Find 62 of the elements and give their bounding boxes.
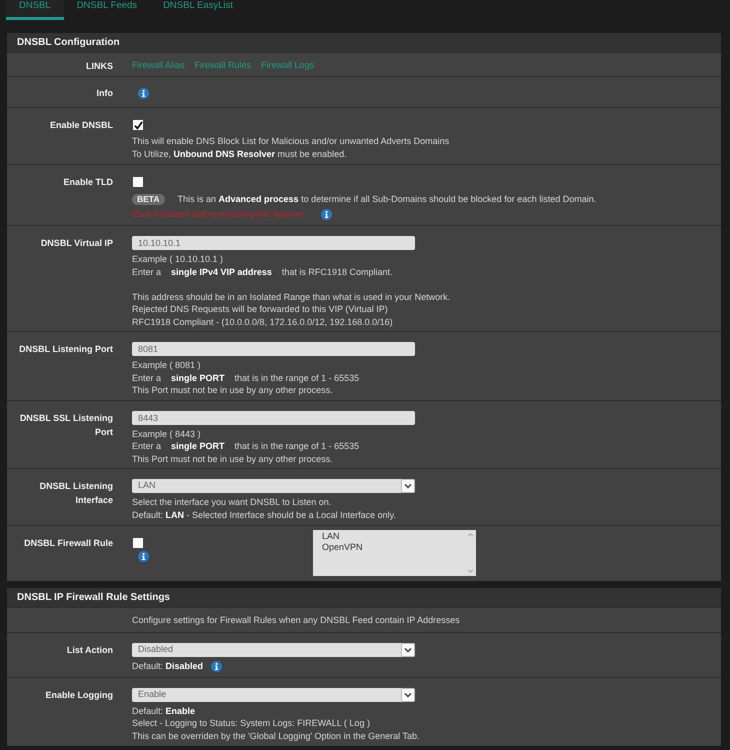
link[interactable]: Firewall Alias [132, 59, 185, 73]
list-item[interactable]: OpenVPN [320, 542, 365, 553]
panel-header: DNSBL Configuration [7, 33, 721, 53]
help-text: Example ( 8081 ) [132, 359, 201, 372]
help-text: Enter a single PORT that is in the range of 1 - 65535 [132, 440, 360, 452]
panel-header: DNSBL IP Firewall Rule Settings [7, 588, 721, 608]
tab[interactable]: DNSBL EasyList [150, 0, 246, 20]
help-text: Select - Logging to Status: System Logs: FIREWALL ( Log ) [132, 717, 370, 730]
chevron-down-icon[interactable] [401, 688, 415, 702]
info-icon[interactable] [320, 208, 332, 220]
select-dropdown[interactable]: Disabled [132, 643, 415, 657]
field-label: Enable DNSBL [50, 119, 113, 132]
field-label: DNSBL Listening Port [19, 343, 113, 356]
field-label: Enable Logging [46, 688, 113, 702]
text-input[interactable]: 8443 [132, 410, 415, 424]
warning-text: Click infoblock before enabling this feature! [132, 208, 304, 220]
beta-badge: BETA [132, 194, 165, 205]
help-text: To Utilize, Unbound DNS Resolver must be enabled. [132, 148, 347, 160]
help-text: This is an Advanced process to determine if all Sub-Domains should be blocked for each listed Domain. [178, 193, 596, 206]
help-text: Enter a single PORT that is in the range of 1 - 65535 [132, 372, 360, 384]
checkbox[interactable] [133, 120, 143, 130]
field-label: LINKS [86, 60, 113, 73]
help-text: This can be overriden by the 'Global Logging' Option in the General Tab. [132, 730, 420, 742]
chevron-down-icon[interactable] [401, 643, 415, 657]
checkbox[interactable] [133, 538, 143, 548]
help-text: Default: LAN - Selected Interface should be a Local Interface only. [132, 508, 396, 521]
tab[interactable]: DNSBL [6, 0, 64, 20]
help-text: This Port must not be in use by any other process. [132, 452, 333, 465]
field-label: DNSBL Virtual IP [40, 237, 113, 250]
checkmark-icon [134, 120, 142, 130]
link[interactable]: Firewall Logs [261, 59, 314, 73]
info-icon[interactable] [138, 551, 149, 562]
help-text: Example ( 8443 ) [132, 428, 201, 440]
help-text: This will enable DNS Block List for Malicious and/or unwanted Adverts Domains [132, 135, 450, 148]
select-dropdown[interactable]: LAN [132, 479, 415, 493]
tab[interactable]: DNSBL Feeds [64, 0, 150, 20]
help-text: Default: Enable [132, 704, 196, 717]
help-text: Rejected DNS Requests will be forwarded to this VIP (Virtual IP) [132, 303, 388, 316]
field-label: DNSBL Listening Interface [38, 480, 113, 507]
field-label: Info [96, 87, 113, 100]
text-input[interactable]: 10.10.10.1 [132, 236, 415, 250]
help-text: Enter a single IPv4 VIP address that is RFC1918 Compliant. [132, 266, 392, 278]
checkbox[interactable] [133, 177, 143, 187]
help-text: Default: Disabled [132, 660, 204, 672]
field-label: DNSBL SSL Listening Port [18, 412, 113, 438]
section-description: Configure settings for Firewall Rules when any DNSBL Feed contain IP Addresses [132, 614, 460, 628]
select-dropdown[interactable]: Enable [132, 688, 415, 702]
link[interactable]: Firewall Rules [194, 59, 252, 73]
help-text: Select the interface you want DNSBL to Listen on. [132, 496, 332, 508]
field-label: DNSBL Firewall Rule [24, 537, 113, 550]
text-input[interactable]: 8081 [132, 342, 415, 356]
info-icon[interactable] [138, 88, 149, 98]
help-text: This address should be in an Isolated Range than what is used in your Network. [132, 290, 450, 303]
chevron-down-icon[interactable] [401, 479, 415, 493]
help-text: RFC1918 Compliant - (10.0.0.0/8, 172.16.0.0/12, 192.168.0.0/16) [132, 316, 393, 328]
listbox[interactable]: LAN OpenVPN [313, 530, 476, 576]
field-label: Enable TLD [63, 176, 113, 189]
list-item[interactable]: LAN [320, 531, 365, 542]
help-text: Example ( 10.10.10.1 ) [132, 253, 224, 266]
info-icon[interactable] [211, 660, 222, 672]
field-label: List Action [66, 644, 113, 657]
help-text: This Port must not be in use by any other process. [132, 384, 333, 396]
